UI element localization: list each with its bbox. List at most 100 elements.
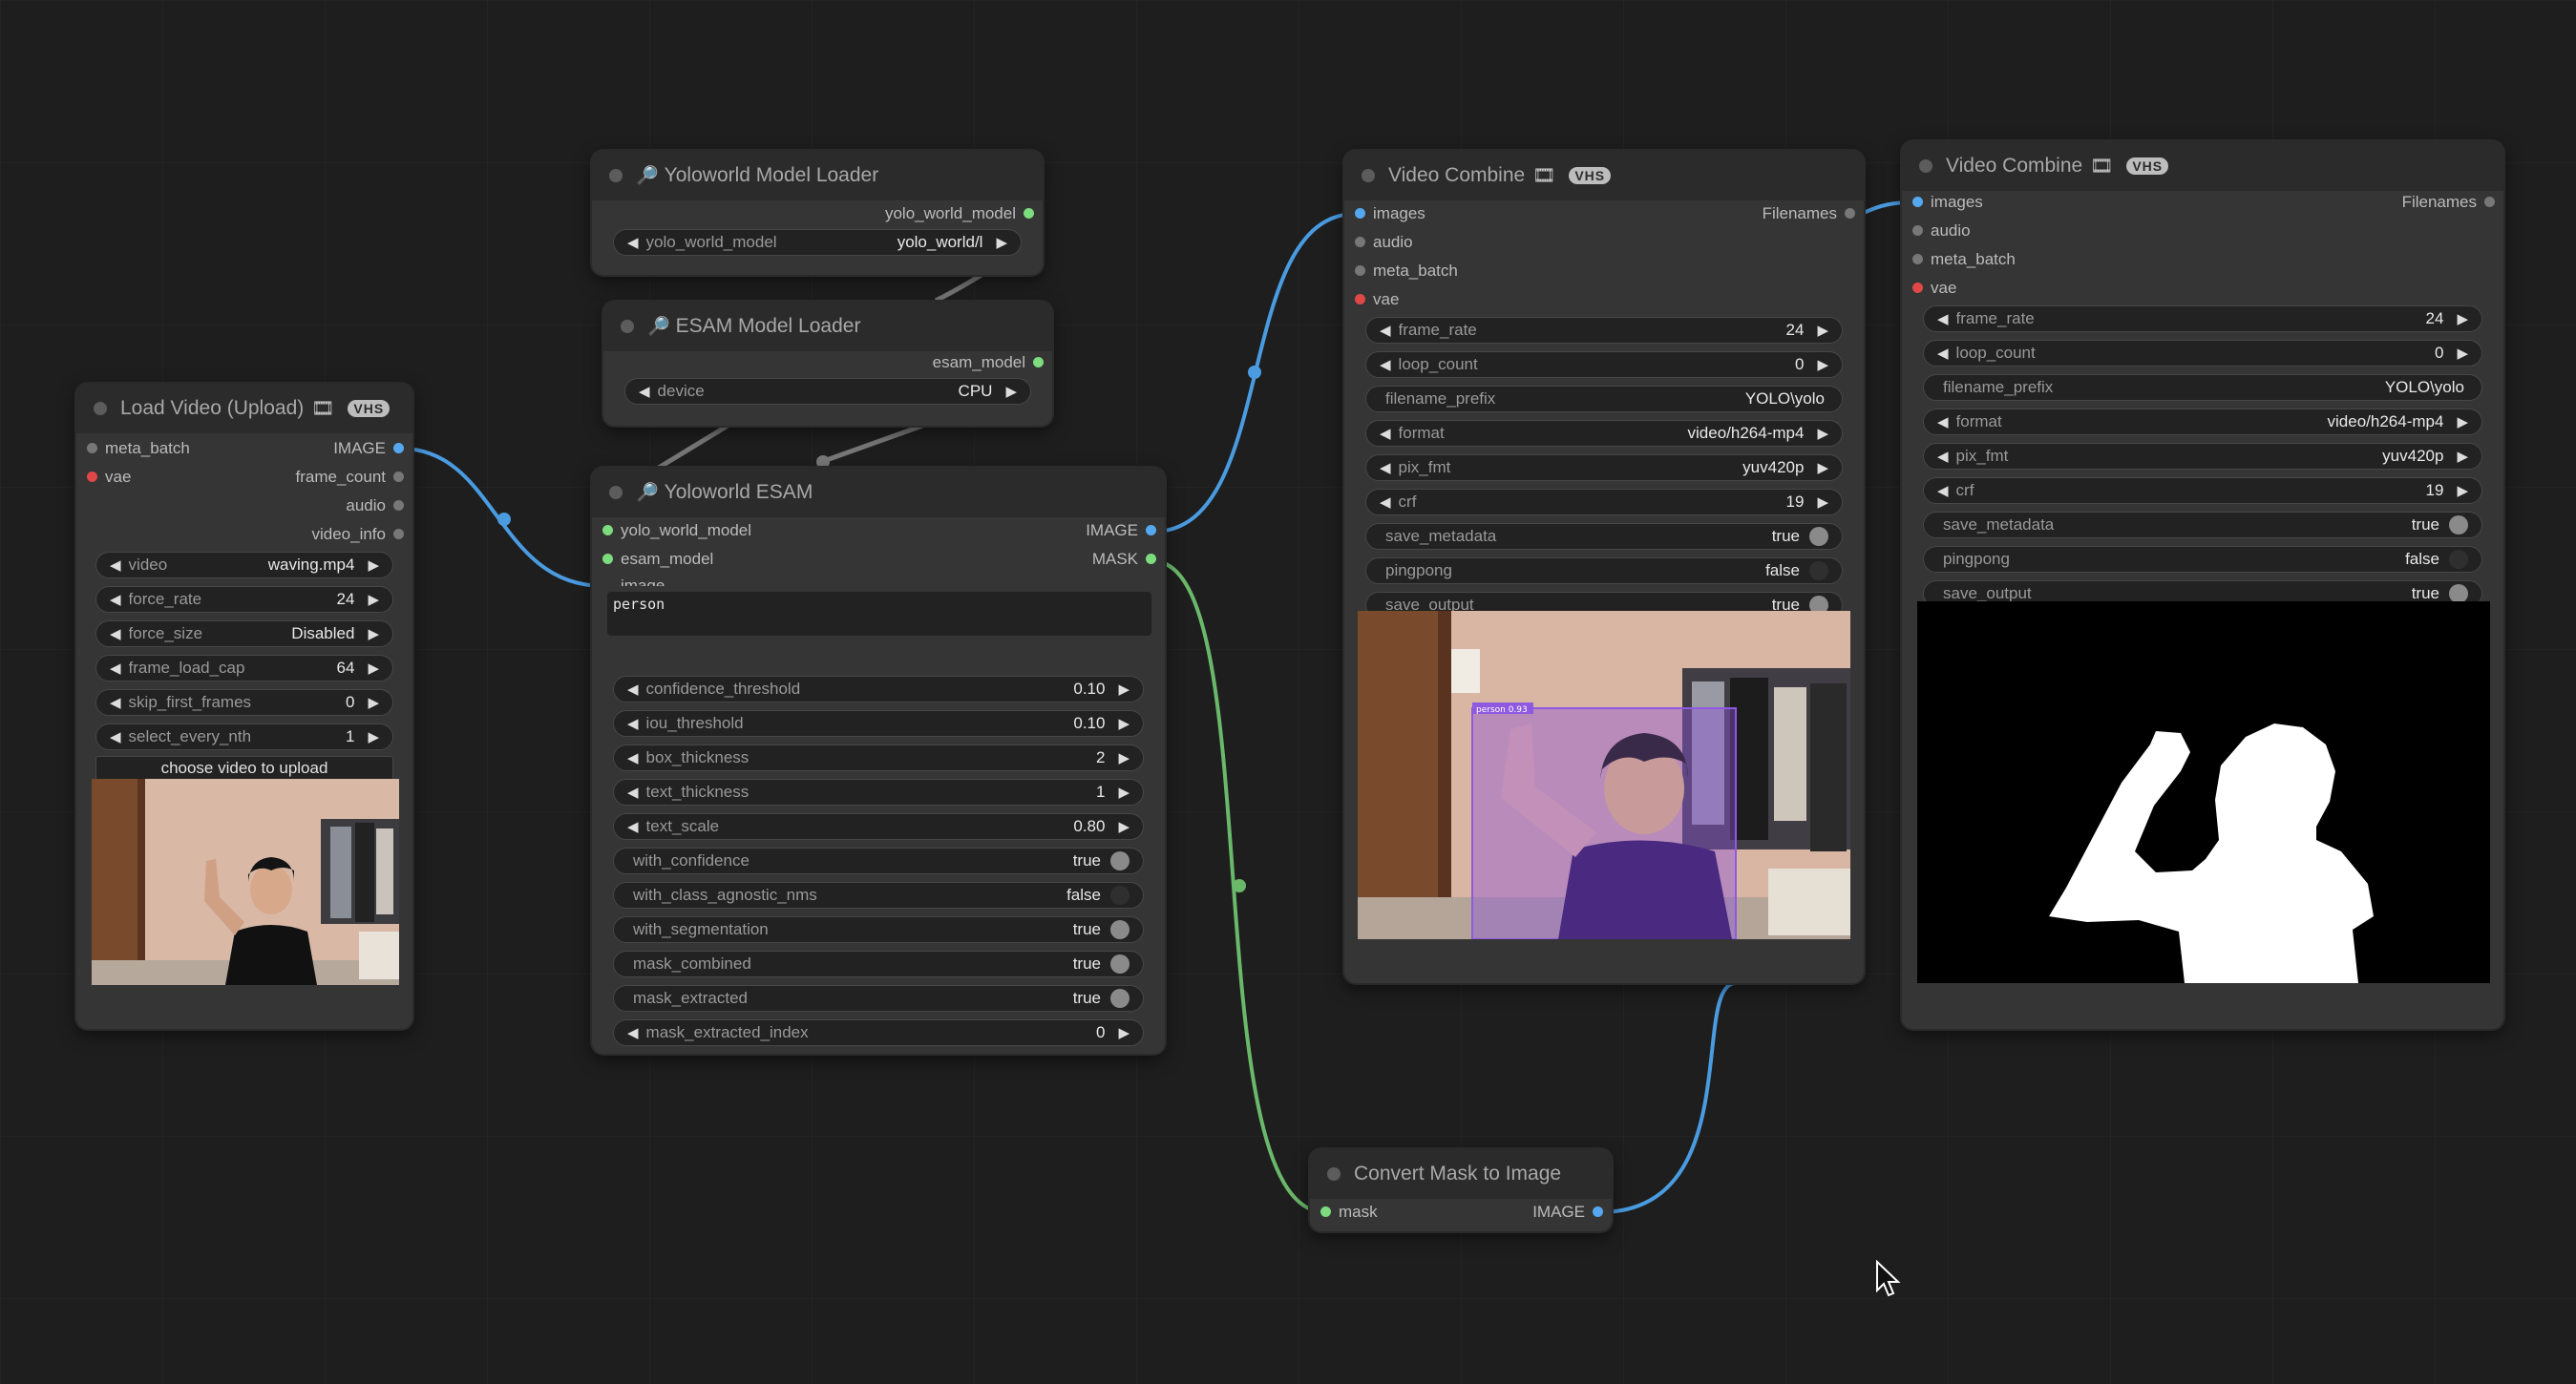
output-video-info[interactable]: video_info [311, 525, 404, 544]
number-pix-fmt[interactable]: ◀ pix_fmt yuv420p ▶ [1365, 454, 1843, 481]
arrow-left-icon[interactable]: ◀ [627, 715, 639, 732]
arrow-left-icon[interactable]: ◀ [1937, 310, 1949, 327]
toggle-with-segmentation[interactable]: with_segmentation true [613, 916, 1144, 943]
text-filename-prefix[interactable]: filename_prefix YOLO\yolo [1923, 374, 2482, 401]
toggle-knob[interactable] [1809, 527, 1828, 546]
collapse-dot[interactable] [94, 402, 107, 415]
node-title-bar[interactable]: 🔎 ESAM Model Loader [603, 302, 1052, 351]
arrow-left-icon[interactable]: ◀ [627, 749, 639, 766]
arrow-left-icon[interactable]: ◀ [1380, 425, 1391, 442]
arrow-right-icon[interactable]: ▶ [1817, 356, 1828, 373]
arrow-right-icon[interactable]: ▶ [1817, 322, 1828, 339]
arrow-right-icon[interactable]: ▶ [2457, 310, 2468, 327]
arrow-left-icon[interactable]: ◀ [110, 591, 121, 608]
toggle-with-class-agnostic-nms[interactable]: with_class_agnostic_nms false [613, 882, 1144, 909]
toggle-knob[interactable] [1110, 989, 1130, 1008]
link-esam-mask-to-convert[interactable] [1152, 559, 1326, 1214]
link-esam-loader-to-esam-a[interactable] [647, 423, 729, 476]
combo-yolo-world-model[interactable]: ◀ yolo_world_model yolo_world/l ▶ [613, 229, 1022, 256]
arrow-left-icon[interactable]: ◀ [1380, 322, 1391, 339]
slot-dot[interactable] [393, 529, 404, 539]
arrow-right-icon[interactable]: ▶ [1118, 784, 1130, 801]
toggle-save-output[interactable]: save_output true [1923, 580, 2482, 601]
arrow-left-icon[interactable]: ◀ [110, 694, 121, 711]
number-crf[interactable]: ◀ crf 19 ▶ [1923, 477, 2482, 504]
node-title-bar[interactable]: Convert Mask to Image [1310, 1149, 1612, 1199]
input-vae[interactable]: vae [87, 468, 131, 487]
graph-canvas[interactable]: 🔎 Yoloworld Model Loader yolo_world_mode… [0, 0, 2576, 1384]
arrow-right-icon[interactable]: ▶ [1118, 818, 1130, 835]
arrow-right-icon[interactable]: ▶ [368, 728, 379, 745]
toggle-knob[interactable] [2449, 550, 2468, 569]
toggle-pingpong[interactable]: pingpong false [1923, 546, 2482, 573]
number-text-scale[interactable]: ◀ text_scale 0.80 ▶ [613, 813, 1144, 840]
slot-dot[interactable] [1593, 1206, 1603, 1217]
number-pix-fmt[interactable]: ◀ pix_fmt yuv420p ▶ [1923, 443, 2482, 470]
toggle-pingpong[interactable]: pingpong false [1365, 557, 1843, 584]
node-title-bar[interactable]: 🔎 Yoloworld Model Loader [592, 151, 1043, 200]
link-midpoint[interactable] [497, 513, 511, 526]
number-text-thickness[interactable]: ◀ text_thickness 1 ▶ [613, 779, 1144, 806]
slot-dot[interactable] [393, 443, 404, 453]
arrow-right-icon[interactable]: ▶ [1118, 681, 1130, 698]
output-audio[interactable]: audio [346, 496, 404, 515]
output-image[interactable]: IMAGE [1532, 1203, 1603, 1222]
number-frame-rate[interactable]: ◀ frame_rate 24 ▶ [1923, 305, 2482, 332]
toggle-knob[interactable] [1110, 851, 1130, 870]
yoloworld-model-loader-node[interactable]: 🔎 Yoloworld Model Loader yolo_world_mode… [592, 151, 1043, 275]
arrow-right-icon[interactable]: ▶ [1005, 383, 1017, 400]
node-title-bar[interactable]: Load Video (Upload) 🎞 VHS [76, 384, 412, 433]
arrow-right-icon[interactable]: ▶ [2457, 413, 2468, 430]
video-combine-node-1[interactable]: Video Combine 🎞 VHS images audio meta_ba… [1344, 151, 1864, 983]
toggle-mask-combined[interactable]: mask_combined true [613, 951, 1144, 977]
link-esam-loader-to-esam-b[interactable] [820, 423, 923, 465]
arrow-right-icon[interactable]: ▶ [1817, 493, 1828, 511]
link-image-to-esam[interactable] [400, 447, 604, 588]
arrow-left-icon[interactable]: ◀ [1380, 356, 1391, 373]
link-midpoint[interactable] [1233, 879, 1246, 892]
arrow-right-icon[interactable]: ▶ [1817, 425, 1828, 442]
output-image[interactable]: IMAGE [1086, 521, 1156, 540]
arrow-left-icon[interactable]: ◀ [1937, 482, 1949, 499]
arrow-right-icon[interactable]: ▶ [368, 556, 379, 574]
number-loop-count[interactable]: ◀ loop_count 0 ▶ [1923, 340, 2482, 367]
arrow-right-icon[interactable]: ▶ [368, 694, 379, 711]
slot-dot[interactable] [1146, 554, 1156, 564]
input-esam-model[interactable]: esam_model [602, 550, 713, 569]
arrow-right-icon[interactable]: ▶ [368, 660, 379, 677]
toggle-knob[interactable] [1110, 954, 1130, 974]
arrow-right-icon[interactable]: ▶ [368, 625, 379, 642]
collapse-dot[interactable] [621, 320, 634, 333]
arrow-left-icon[interactable]: ◀ [627, 234, 639, 251]
combo-video[interactable]: ◀ video waving.mp4 ▶ [95, 552, 393, 578]
number-select-every-nth[interactable]: ◀ select_every_nth 1 ▶ [95, 723, 393, 750]
number-force-rate[interactable]: ◀ force_rate 24 ▶ [95, 586, 393, 613]
arrow-right-icon[interactable]: ▶ [1118, 715, 1130, 732]
slot-dot[interactable] [1033, 357, 1044, 367]
link-yolo-to-esam[interactable] [934, 272, 983, 304]
output-esam-model[interactable]: esam_model [933, 353, 1044, 372]
toggle-knob[interactable] [1110, 920, 1130, 939]
toggle-save-metadata[interactable]: save_metadata true [1365, 523, 1843, 550]
toggle-with-confidence[interactable]: with_confidence true [613, 848, 1144, 874]
toggle-knob[interactable] [1809, 561, 1828, 580]
toggle-knob[interactable] [2449, 584, 2468, 601]
toggle-knob[interactable] [1809, 596, 1828, 611]
choose-video-button[interactable]: choose video to upload [95, 756, 393, 781]
number-format[interactable]: ◀ format video/h264-mp4 ▶ [1923, 409, 2482, 435]
number-skip-first-frames[interactable]: ◀ skip_first_frames 0 ▶ [95, 689, 393, 716]
input-mask[interactable]: mask [1320, 1203, 1378, 1222]
number-crf[interactable]: ◀ crf 19 ▶ [1365, 489, 1843, 515]
toggle-save-metadata[interactable]: save_metadata true [1923, 512, 2482, 538]
combo-force-size[interactable]: ◀ force_size Disabled ▶ [95, 620, 393, 647]
convert-mask-to-image-node[interactable]: Convert Mask to Image mask IMAGE [1310, 1149, 1612, 1231]
arrow-right-icon[interactable]: ▶ [1118, 1024, 1130, 1041]
text-filename-prefix[interactable]: filename_prefix YOLO\yolo [1365, 386, 1843, 412]
combo-device[interactable]: ◀ device CPU ▶ [624, 378, 1031, 405]
output-yolo-world-model[interactable]: yolo_world_model [885, 204, 1034, 223]
slot-dot[interactable] [602, 525, 613, 535]
number-iou-threshold[interactable]: ◀ iou_threshold 0.10 ▶ [613, 710, 1144, 737]
toggle-knob[interactable] [2449, 515, 2468, 535]
arrow-right-icon[interactable]: ▶ [1817, 459, 1828, 476]
number-loop-count[interactable]: ◀ loop_count 0 ▶ [1365, 351, 1843, 378]
